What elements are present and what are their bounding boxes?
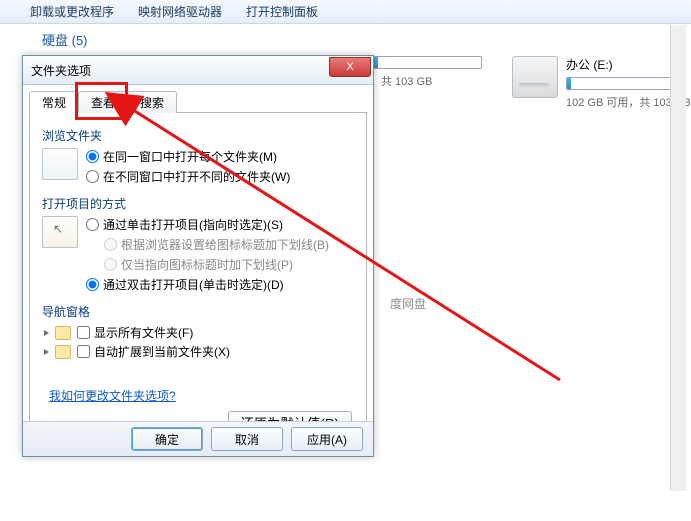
explorer-toolbar: 卸载或更改程序 映射网络驱动器 打开控制面板: [0, 0, 691, 24]
drive-list: ，共 103 GB 办公 (E:) 102 GB 可用，共 103 GB: [370, 56, 691, 110]
radio-single-click[interactable]: 通过单击打开项目(指向时选定)(S): [86, 216, 329, 233]
dialog-titlebar[interactable]: 文件夹选项 X: [23, 56, 373, 85]
drive-capacity-text: ，共 103 GB: [370, 73, 482, 89]
radio-input[interactable]: [86, 278, 99, 291]
folder-icon: [55, 326, 71, 340]
radio-input[interactable]: [86, 150, 99, 163]
checkbox-input[interactable]: [77, 326, 90, 339]
radio-double-click[interactable]: 通过双击打开项目(单击时选定)(D): [86, 276, 329, 293]
cancel-button[interactable]: 取消: [211, 427, 283, 451]
tab-strip: 常规 查看 搜索: [29, 90, 367, 113]
dialog-button-row: 确定 取消 应用(A): [23, 421, 373, 456]
section-title-drives: 硬盘 (5): [42, 30, 88, 49]
group-nav-title: 导航窗格: [42, 303, 354, 320]
dialog-body: 常规 查看 搜索 浏览文件夹 在同一窗口中打开每个文件夹(M) 在不同窗口中打开…: [29, 90, 367, 418]
radio-label: 仅当指向图标标题时加下划线(P): [121, 256, 293, 273]
browse-folder-icon: [42, 148, 78, 180]
apply-button[interactable]: 应用(A): [291, 427, 363, 451]
group-browse-title: 浏览文件夹: [42, 127, 354, 144]
vertical-scrollbar[interactable]: [670, 25, 686, 491]
radio-input[interactable]: [86, 170, 99, 183]
radio-input[interactable]: [86, 218, 99, 231]
radio-underline-browser: 根据浏览器设置给图标标题加下划线(B): [104, 236, 329, 253]
folder-icon: [55, 345, 71, 359]
radio-same-window[interactable]: 在同一窗口中打开每个文件夹(M): [86, 148, 290, 165]
hdd-icon: [512, 56, 558, 98]
radio-label: 在同一窗口中打开每个文件夹(M): [103, 148, 277, 165]
radio-new-window[interactable]: 在不同窗口中打开不同的文件夹(W): [86, 168, 290, 185]
drive-item-partial[interactable]: ，共 103 GB: [370, 56, 482, 110]
dialog-title-text: 文件夹选项: [31, 62, 91, 79]
cursor-icon: [42, 216, 78, 248]
tab-view[interactable]: 查看: [78, 91, 128, 113]
help-link[interactable]: 我如何更改文件夹选项?: [49, 387, 176, 404]
checkbox-input[interactable]: [77, 345, 90, 358]
check-auto-expand[interactable]: 自动扩展到当前文件夹(X): [77, 343, 230, 360]
radio-underline-point: 仅当指向图标标题时加下划线(P): [104, 256, 329, 273]
radio-label: 在不同窗口中打开不同的文件夹(W): [103, 168, 290, 185]
ok-button[interactable]: 确定: [131, 427, 203, 451]
background-text: 度网盘: [390, 295, 426, 312]
tree-arrow-icon[interactable]: [44, 349, 49, 355]
drive-capacity-bar: [370, 56, 482, 69]
tab-search[interactable]: 搜索: [127, 91, 177, 113]
radio-input: [104, 238, 117, 251]
drive-capacity-bar: [566, 77, 678, 90]
radio-input: [104, 258, 117, 271]
close-button[interactable]: X: [329, 57, 371, 77]
group-open-title: 打开项目的方式: [42, 195, 354, 212]
radio-label: 通过单击打开项目(指向时选定)(S): [103, 216, 283, 233]
folder-options-dialog: 文件夹选项 X 常规 查看 搜索 浏览文件夹 在同一窗口中打开每个文件夹(M): [22, 55, 374, 457]
tree-arrow-icon[interactable]: [44, 330, 49, 336]
tab-general[interactable]: 常规: [29, 91, 79, 113]
drive-item-e[interactable]: 办公 (E:) 102 GB 可用，共 103 GB: [512, 56, 691, 110]
checkbox-label: 自动扩展到当前文件夹(X): [94, 343, 230, 360]
close-icon: X: [346, 61, 353, 73]
toolbar-uninstall[interactable]: 卸载或更改程序: [30, 3, 114, 20]
toolbar-control-panel[interactable]: 打开控制面板: [246, 3, 318, 20]
toolbar-map-drive[interactable]: 映射网络驱动器: [138, 3, 222, 20]
radio-label: 通过双击打开项目(单击时选定)(D): [103, 276, 284, 293]
check-show-all[interactable]: 显示所有文件夹(F): [77, 324, 193, 341]
checkbox-label: 显示所有文件夹(F): [94, 324, 193, 341]
radio-label: 根据浏览器设置给图标标题加下划线(B): [121, 236, 329, 253]
